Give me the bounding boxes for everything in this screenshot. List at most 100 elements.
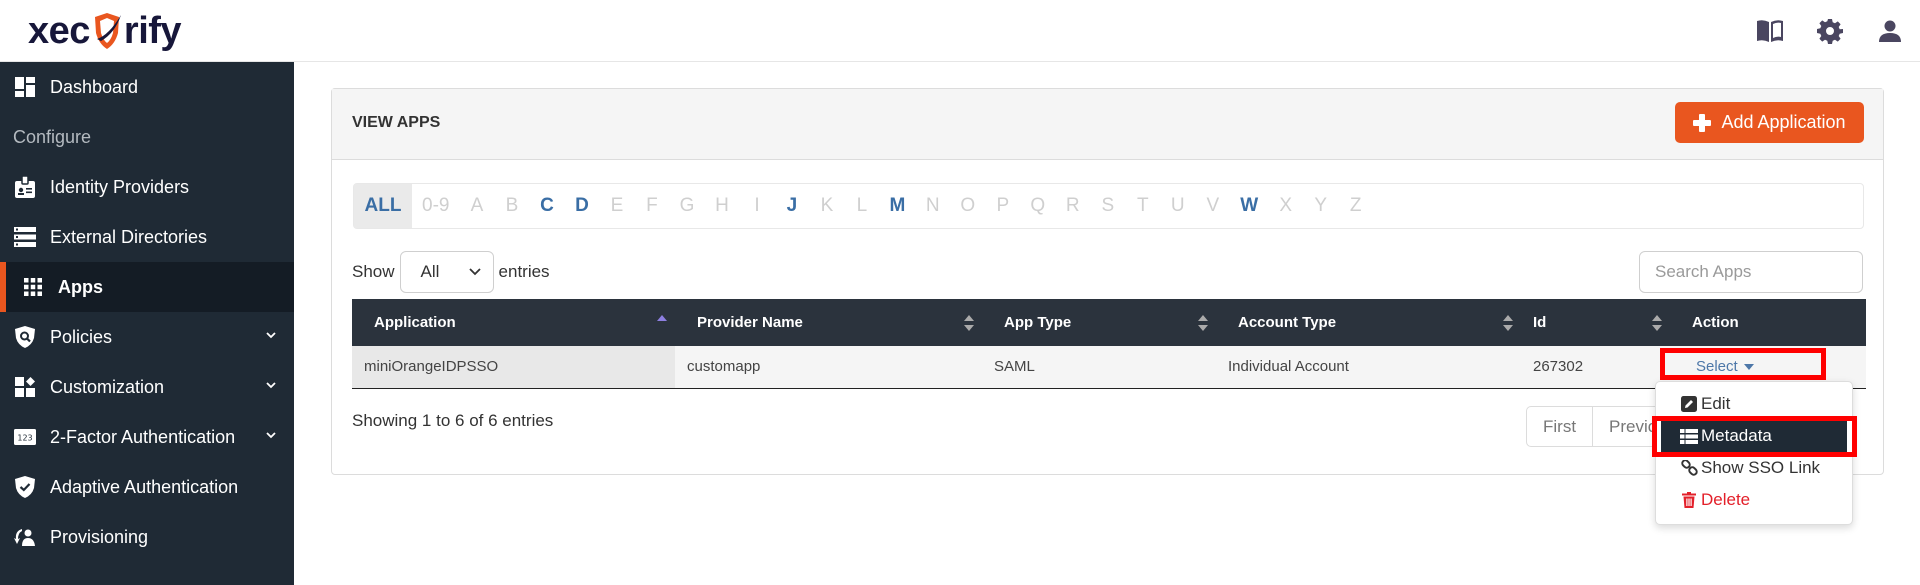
- sort-both-icon: [1652, 314, 1662, 331]
- cell-application: miniOrangeIDPSSO: [352, 346, 675, 388]
- alpha-filter-k: K: [820, 195, 834, 216]
- entries-select-value: All: [420, 262, 440, 281]
- menu-item-edit[interactable]: Edit: [1656, 388, 1852, 420]
- page-title: VIEW APPS: [352, 114, 441, 131]
- sidebar-item-dashboard[interactable]: Dashboard: [0, 62, 294, 112]
- alpha-filter-0-9: 0-9: [422, 195, 450, 216]
- alpha-filter-n: N: [925, 195, 940, 216]
- sort-both-icon: [1503, 314, 1513, 331]
- sidebar-section-configure: Configure: [13, 126, 92, 147]
- alpha-filter-w[interactable]: W: [1230, 184, 1268, 228]
- alphabet-filter: ALL 0-9 A B C D E F G H I J K L M N O P …: [353, 183, 1864, 229]
- show-label: Show: [352, 262, 395, 281]
- sidebar-item-label: 2-Factor Authentication: [50, 426, 236, 447]
- sort-both-icon: [964, 314, 974, 331]
- alpha-filter-m[interactable]: M: [879, 184, 915, 228]
- sidebar-item-2fa[interactable]: 123 2-Factor Authentication: [0, 412, 294, 462]
- alpha-filter-l: L: [856, 195, 868, 216]
- logo[interactable]: xec rify: [28, 8, 182, 54]
- alpha-filter-q: Q: [1030, 195, 1046, 216]
- search-apps-input[interactable]: [1639, 251, 1863, 293]
- sidebar-item-label: Adaptive Authentication: [50, 476, 239, 497]
- cell-id: 267302: [1521, 346, 1670, 388]
- shield-check-icon: [14, 476, 36, 498]
- logo-text-left: xec: [28, 9, 90, 52]
- column-header-account-type[interactable]: Account Type: [1216, 299, 1521, 346]
- sidebar-item-provisioning[interactable]: Provisioning: [0, 512, 294, 562]
- sidebar-item-apps[interactable]: Apps: [0, 262, 294, 312]
- alpha-filter-i: I: [754, 195, 760, 216]
- cell-account-type: Individual Account: [1216, 346, 1521, 388]
- menu-item-metadata[interactable]: Metadata: [1661, 420, 1847, 452]
- caret-down-icon: [1743, 363, 1754, 370]
- alpha-filter-all[interactable]: ALL: [354, 184, 412, 228]
- apps-grid-icon: [22, 276, 44, 298]
- provisioning-icon: [14, 526, 36, 548]
- sidebar-item-label: Dashboard: [50, 76, 139, 97]
- logo-text-right: rify: [123, 9, 182, 52]
- alpha-filter-d[interactable]: D: [564, 184, 599, 228]
- shield-search-icon: [14, 326, 36, 348]
- action-dropdown-menu: Edit Metadata Show SSO Link Delete: [1655, 381, 1853, 525]
- menu-item-show-sso-link[interactable]: Show SSO Link: [1656, 452, 1852, 484]
- entries-label: entries: [498, 262, 550, 281]
- numbers-123-icon: 123: [14, 426, 36, 448]
- sidebar-item-identity-providers[interactable]: Identity Providers: [0, 162, 294, 212]
- id-badge-icon: [14, 176, 36, 198]
- sidebar-item-label: Identity Providers: [50, 176, 190, 197]
- add-application-label: Add Application: [1721, 112, 1846, 132]
- entries-select[interactable]: All: [399, 251, 494, 293]
- sort-asc-icon: [657, 314, 667, 321]
- column-label: App Type: [1004, 314, 1072, 331]
- link-icon: [1680, 459, 1698, 477]
- dashboard-icon: [14, 76, 36, 98]
- add-application-button[interactable]: Add Application: [1675, 102, 1864, 143]
- gear-icon[interactable]: [1800, 0, 1860, 62]
- action-select-label: Select: [1696, 358, 1738, 376]
- menu-item-label: Delete: [1701, 490, 1751, 509]
- sidebar-item-label: Apps: [58, 276, 103, 297]
- sidebar-item-label: Customization: [50, 376, 165, 397]
- alpha-filter-x: X: [1279, 195, 1293, 216]
- sidebar-item-customization[interactable]: Customization: [0, 362, 294, 412]
- alpha-filter-h: H: [715, 195, 729, 216]
- chevron-down-icon: [468, 268, 481, 276]
- cell-app-type: SAML: [982, 346, 1216, 388]
- user-icon[interactable]: [1860, 0, 1920, 62]
- menu-item-delete[interactable]: Delete: [1656, 484, 1852, 516]
- book-icon[interactable]: [1740, 0, 1800, 62]
- menu-item-label: Edit: [1701, 394, 1731, 413]
- alpha-filter-s: S: [1101, 195, 1115, 216]
- alpha-filter-v: V: [1206, 195, 1220, 216]
- sidebar-item-label: Policies: [50, 326, 113, 347]
- column-label: Account Type: [1238, 314, 1337, 331]
- plus-icon: [1693, 113, 1712, 132]
- alpha-filter-a: A: [470, 195, 484, 216]
- alpha-filter-c[interactable]: C: [529, 184, 564, 228]
- pagination-first[interactable]: First: [1527, 407, 1594, 446]
- column-header-app-type[interactable]: App Type: [982, 299, 1216, 346]
- apps-table: Application Provider Name App Type Accou…: [352, 299, 1866, 389]
- sidebar: Dashboard Configure Identity Providers E…: [0, 62, 294, 585]
- alpha-filter-g: G: [679, 195, 695, 216]
- sidebar-item-label: Provisioning: [50, 526, 149, 547]
- sidebar-item-adaptive-authentication[interactable]: Adaptive Authentication: [0, 462, 294, 512]
- column-header-action: Action: [1670, 299, 1866, 346]
- customize-icon: [14, 376, 36, 398]
- sidebar-item-external-directories[interactable]: External Directories: [0, 212, 294, 262]
- edit-icon: [1680, 395, 1698, 413]
- action-select-dropdown[interactable]: Select: [1696, 358, 1754, 375]
- alpha-filter-j[interactable]: J: [774, 184, 809, 228]
- alpha-filter-b: B: [505, 195, 519, 216]
- alpha-filter-e: E: [610, 195, 624, 216]
- column-header-provider-name[interactable]: Provider Name: [675, 299, 982, 346]
- sort-both-icon: [1198, 314, 1208, 331]
- column-header-application[interactable]: Application: [352, 299, 675, 346]
- column-header-id[interactable]: Id: [1521, 299, 1670, 346]
- sidebar-item-label: External Directories: [50, 226, 208, 247]
- table-row: miniOrangeIDPSSO customapp SAML Individu…: [352, 346, 1866, 388]
- list-icon: [1680, 427, 1698, 445]
- alpha-filter-t: T: [1136, 195, 1149, 216]
- sidebar-item-policies[interactable]: Policies: [0, 312, 294, 362]
- alpha-filter-f: F: [646, 195, 658, 216]
